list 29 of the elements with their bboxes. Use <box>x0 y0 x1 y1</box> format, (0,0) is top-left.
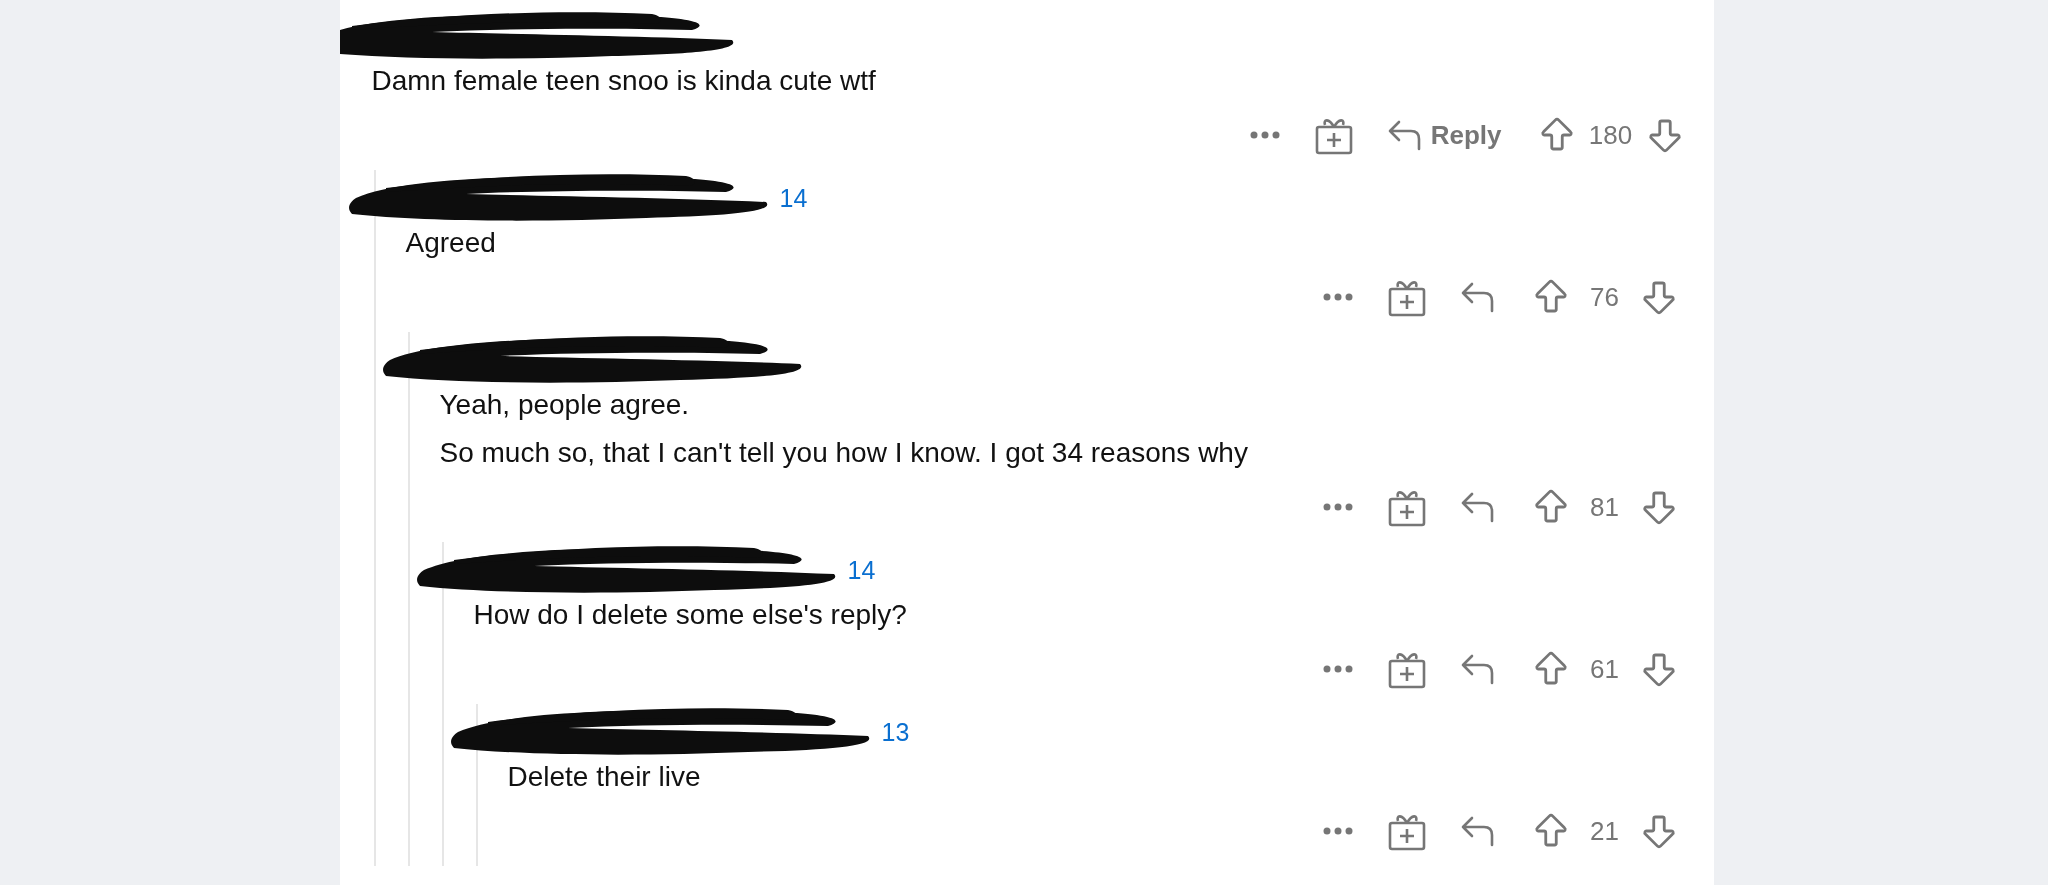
reply-button[interactable] <box>1459 491 1496 523</box>
comment-text: Delete their live <box>507 760 702 794</box>
vote-score: 21 <box>1589 815 1620 847</box>
vote-score: 81 <box>1589 491 1620 523</box>
more-options-icon[interactable] <box>1321 502 1354 512</box>
more-options-icon[interactable] <box>1321 826 1354 836</box>
reply-icon <box>1459 491 1496 523</box>
more-options-icon[interactable] <box>1321 292 1354 302</box>
comment-text: Yeah, people agree. <box>439 388 691 422</box>
reply-icon <box>1459 281 1496 313</box>
vote-score: 76 <box>1589 281 1620 313</box>
more-options-icon[interactable] <box>1248 130 1281 140</box>
reply-button[interactable]: Reply <box>1386 119 1502 151</box>
vote-score: 180 <box>1587 119 1634 151</box>
comment-count: 14 <box>847 555 876 585</box>
comment-text: Agreed <box>405 226 497 260</box>
reply-button[interactable] <box>1459 281 1496 313</box>
reply-button[interactable] <box>1459 653 1496 685</box>
reply-icon <box>1386 119 1423 151</box>
more-options-icon[interactable] <box>1321 664 1354 674</box>
reply-button[interactable] <box>1459 815 1496 847</box>
comment-count: 14 <box>779 183 808 213</box>
reply-icon <box>1459 815 1496 847</box>
comment-text: Damn female teen snoo is kinda cute wtf <box>371 64 877 98</box>
vote-score: 61 <box>1589 653 1620 685</box>
comment-text: So much so, that I can't tell you how I know. I got 34 reasons why <box>439 436 1249 470</box>
reply-icon <box>1459 653 1496 685</box>
comment-count: 13 <box>881 717 910 747</box>
comment-text: How do I delete some else's reply? <box>473 598 908 632</box>
